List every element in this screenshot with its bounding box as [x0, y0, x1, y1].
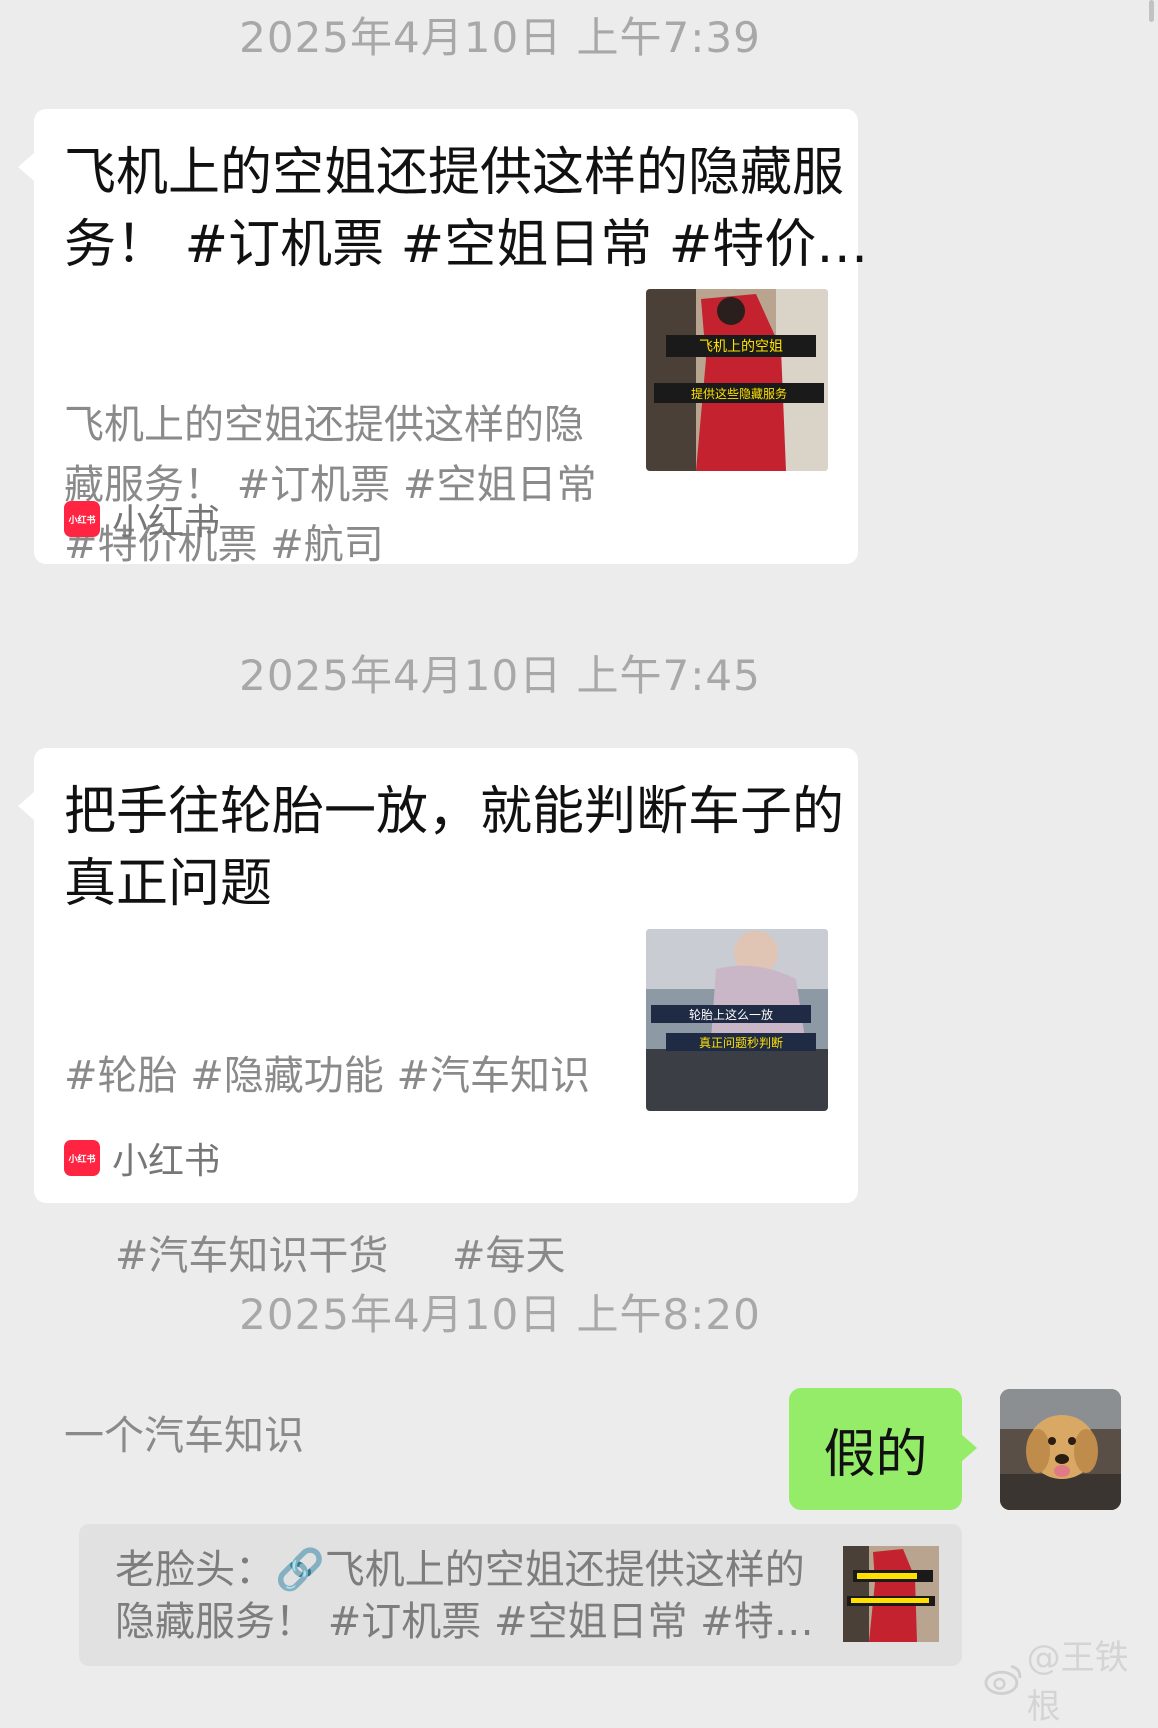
card-title-line: 真正问题	[64, 854, 273, 914]
quote-line: 隐藏服务！ #订机票 #空姐日常 #特…	[115, 1599, 814, 1645]
quote-thumbnail	[843, 1546, 939, 1642]
watermark: @王铁根	[984, 1630, 1158, 1728]
source-name: 小红书	[112, 502, 221, 543]
card-thumbnail: 飞机上的空姐 提供这些隐藏服务	[646, 289, 828, 471]
xiaohongshu-logo-icon: 小红书	[64, 501, 100, 537]
card-desc-line: 飞机上的空姐还提供这样的隐	[64, 402, 584, 448]
card-desc-line: #汽车知识干货 #每天	[64, 1233, 566, 1279]
weibo-logo-icon	[984, 1665, 1022, 1695]
watermark-text: @王铁根	[1026, 1638, 1129, 1727]
card-title: 把手往轮胎一放，就能判断车子的 真正问题	[64, 776, 864, 920]
card-description: 飞机上的空姐还提供这样的隐 藏服务！ #订机票 #空姐日常 #特价机票 #航司	[64, 395, 654, 575]
timestamp: 2025年4月10日 上午7:45	[239, 651, 761, 700]
own-message-bubble[interactable]: 假的	[789, 1388, 977, 1510]
quote-text: 老脸头：🔗飞机上的空姐还提供这样的 隐藏服务！ #订机票 #空姐日常 #特…	[115, 1544, 815, 1648]
quoted-message[interactable]: 老脸头：🔗飞机上的空姐还提供这样的 隐藏服务！ #订机票 #空姐日常 #特…	[79, 1524, 962, 1666]
shared-link-card[interactable]: 把手往轮胎一放，就能判断车子的 真正问题 #轮胎 #隐藏功能 #汽车知识 #汽车…	[18, 748, 858, 1459]
card-source: 小红书 小红书	[64, 1132, 220, 1184]
timestamp: 2025年4月10日 上午7:39	[239, 13, 761, 62]
timestamp: 2025年4月10日 上午8:20	[239, 1290, 761, 1339]
card-description: #轮胎 #隐藏功能 #汽车知识 #汽车知识干货 #每天 一个汽车知识	[64, 926, 654, 1586]
thumb-caption: 飞机上的空姐	[699, 339, 783, 355]
card-title-line: 飞机上的空姐还提供这样的隐藏服	[64, 143, 845, 203]
card-title-line: 把手往轮胎一放，就能判断车子的	[64, 782, 845, 842]
card-desc-line: #轮胎 #隐藏功能 #汽车知识	[64, 1053, 590, 1099]
quote-line: 老脸头：🔗飞机上的空姐还提供这样的	[115, 1547, 805, 1593]
thumb-caption: 轮胎上这么一放	[689, 1007, 773, 1022]
card-title-line: 务！ #订机票 #空姐日常 #特价…	[64, 215, 864, 275]
card-source: 小红书 小红书	[64, 493, 220, 545]
card-desc-line: 一个汽车知识	[64, 1413, 304, 1459]
source-name: 小红书	[112, 1141, 221, 1182]
thumb-caption: 提供这些隐藏服务	[691, 386, 787, 401]
shared-link-card[interactable]: 飞机上的空姐还提供这样的隐藏服 务！ #订机票 #空姐日常 #特价… 飞机上的空…	[18, 109, 864, 568]
scrollbar[interactable]	[1149, 0, 1154, 22]
avatar[interactable]	[1000, 1389, 1121, 1510]
thumb-caption: 真正问题秒判断	[699, 1035, 783, 1050]
card-thumbnail: 轮胎上这么一放 真正问题秒判断	[646, 929, 828, 1111]
card-title: 飞机上的空姐还提供这样的隐藏服 务！ #订机票 #空姐日常 #特价…	[64, 137, 864, 281]
xiaohongshu-logo-icon: 小红书	[64, 1140, 100, 1176]
